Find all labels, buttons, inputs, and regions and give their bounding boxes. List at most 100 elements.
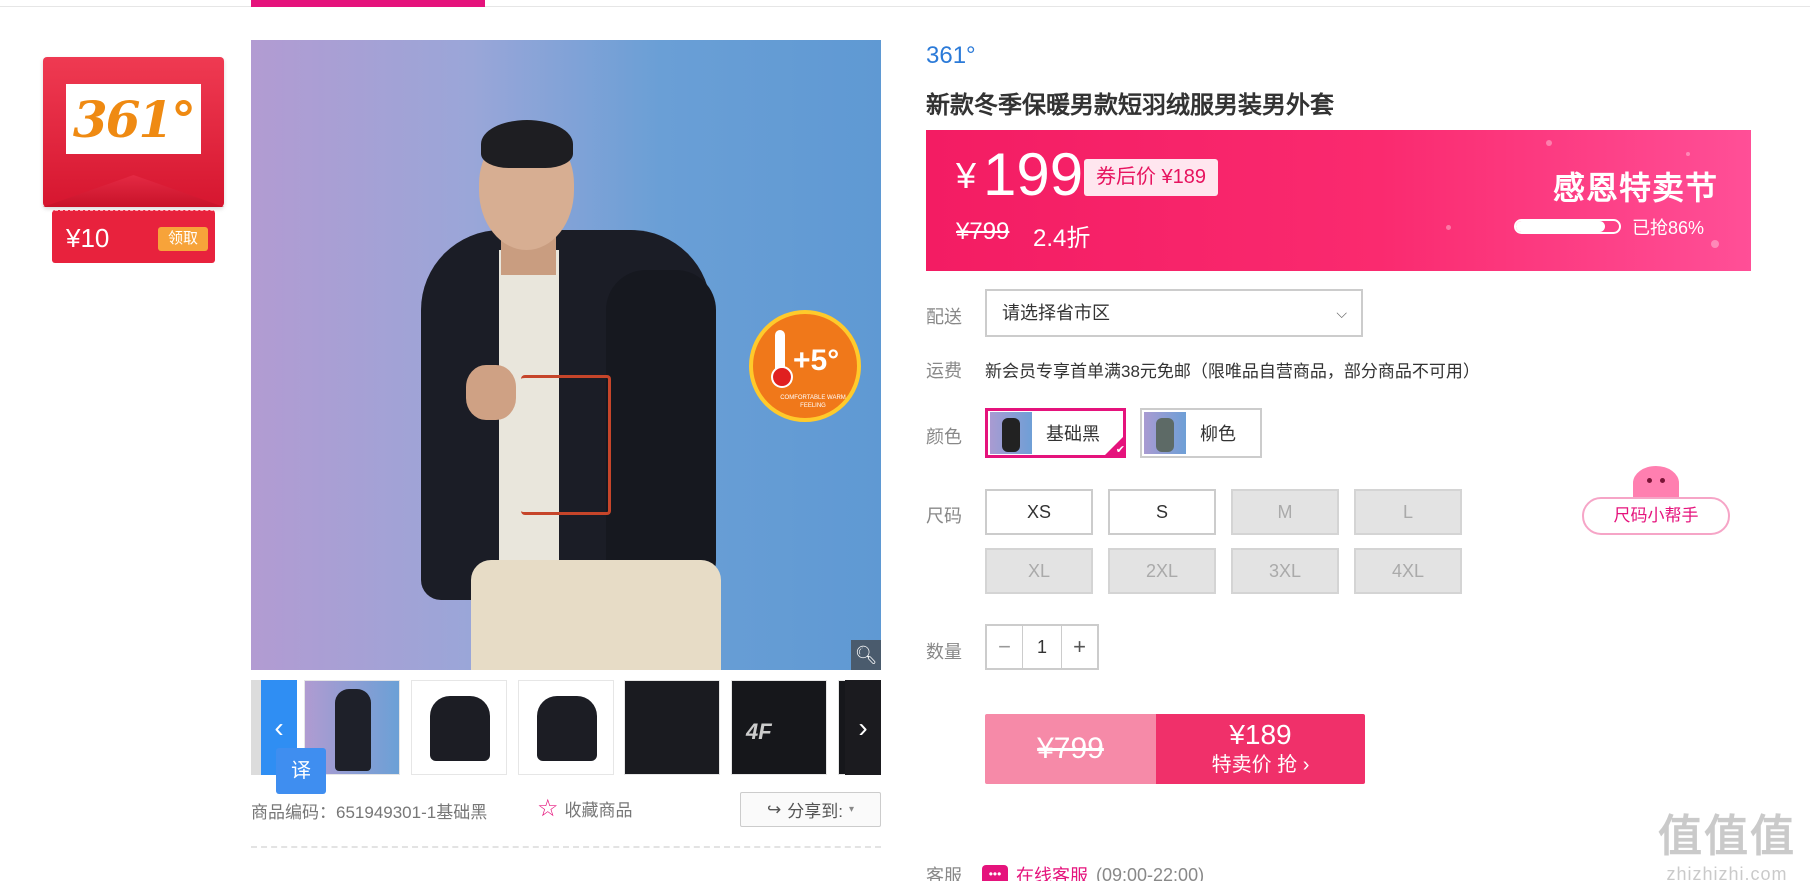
model-hair [481,120,573,168]
color-option-label: 基础黑 [1046,424,1100,444]
share-button[interactable]: ↪ 分享到: ▾ [740,792,881,827]
mascot-icon [1633,466,1679,500]
favorite-label: 收藏商品 [564,801,633,820]
active-tab-indicator [251,0,485,7]
product-code: 商品编码：651949301-1基础黑 [251,798,487,823]
sold-progress-bar [1514,219,1621,234]
product-code-value: 651949301-1基础黑 [336,803,488,822]
thumbnail-model [335,689,371,771]
brand-coupon-badge[interactable]: 361° ¥10 领取 [43,57,224,263]
watermark-logo: 值值值 [1658,812,1796,861]
size-option-3xl: 3XL [1231,548,1339,594]
buy-action-label: 特卖价 抢 › [1211,754,1310,776]
favorite-link[interactable]: ☆ 收藏商品 [537,794,633,823]
star-icon: ☆ [537,795,559,822]
brand-name-link[interactable]: 361° [926,42,976,70]
main-product-image[interactable]: +5° COMFORTABLE WARM FEELING 🔍︎ [251,40,881,670]
quantity-decrease-button[interactable]: − [987,626,1022,668]
region-select[interactable]: 请选择省市区 ⌵ [985,289,1363,337]
size-option-4xl: 4XL [1354,548,1462,594]
brand-logo: 361° [66,84,201,154]
region-select-value: 请选择省市区 [1002,303,1110,323]
discount-rate: 2.4折 [1033,225,1091,252]
watermark-url: zhizhizhi.com [1666,864,1788,881]
thumbnail-4[interactable] [624,680,720,775]
shipping-label: 配送 [926,307,962,327]
online-service-link[interactable]: 在线客服 [1016,862,1088,881]
sold-progress-fill [1516,221,1605,232]
chat-icon: ••• [982,865,1008,881]
sparkle [1546,140,1552,146]
thumbnail-jacket-front [430,696,490,761]
color-option-label: 柳色 [1200,424,1236,444]
customer-service-row: 客服 ••• 在线客服 (09:00-22:00) [926,862,1204,881]
thumbnail-2[interactable] [411,680,507,775]
size-option-s[interactable]: S [1108,489,1216,535]
product-code-label: 商品编码： [251,803,336,822]
size-helper-button[interactable]: 尺码小帮手 [1582,497,1730,535]
quantity-input[interactable]: 1 [1022,626,1062,668]
coupon-value: ¥10 [66,223,110,253]
price-currency: ¥ [956,155,977,196]
service-hours: (09:00-22:00) [1096,864,1205,881]
quantity-stepper: − 1 + [985,624,1099,670]
chevron-down-icon: ⌵ [1336,305,1347,321]
share-icon: ↪ [766,799,782,819]
claim-coupon-button[interactable]: 领取 [158,227,208,251]
warm-badge-caption: COMFORTABLE WARM FEELING [780,395,846,409]
sparkle [1711,240,1719,248]
size-option-xl: XL [985,548,1093,594]
thumbnail-strip: 4F ‹ › [251,680,881,775]
share-label: 分享到: [787,802,843,821]
product-title: 新款冬季保暖男款短羽绒服男装男外套 [926,92,1334,119]
brand-coupon[interactable]: ¥10 领取 [52,210,215,263]
buy-original-price: ¥799 [985,714,1156,784]
color-label: 颜色 [926,427,962,447]
color-swatch-image [1144,412,1186,454]
color-swatch-image [990,412,1032,454]
thumbnail-logo: 4F [746,719,772,744]
freight-label: 运费 [926,361,962,381]
warm-badge-value: +5° [793,344,840,377]
brand-badge-fold [43,175,224,207]
customer-service-label: 客服 [926,866,962,881]
sparkle [1446,225,1451,230]
size-label: 尺码 [926,506,962,526]
checkmark-icon: ✔ [1103,435,1125,457]
zoom-icon[interactable]: 🔍︎ [851,640,881,670]
translate-button[interactable]: 译 [276,748,326,794]
color-option-basic-black[interactable]: 基础黑 ✔ [985,408,1126,458]
divider [251,846,881,848]
size-option-xs[interactable]: XS [985,489,1093,535]
caret-down-icon: ▾ [848,804,854,815]
watermark: 值值值 zhizhizhi.com [1658,800,1796,881]
thumbnail-3[interactable] [518,680,614,775]
thumbnail-jacket-back [537,696,597,761]
sold-percent-label: 已抢86% [1632,218,1705,238]
sale-price: 199 [983,141,1084,208]
jacket-pocket [521,375,611,515]
brand-logo-text: 361° [72,89,196,149]
chevron-right-icon[interactable]: › [845,680,881,775]
price-banner: ¥ 199 券后价 ¥189 ¥799 2.4折 感恩特卖节 已抢86% [926,130,1751,271]
size-option-m: M [1231,489,1339,535]
buy-now-button[interactable]: ¥189 特卖价 抢 › [1156,714,1365,784]
thumbnail-5[interactable]: 4F [731,680,827,775]
buy-button[interactable]: ¥799 ¥189 特卖价 抢 › [985,714,1365,784]
color-option-willow[interactable]: 柳色 [1140,408,1262,458]
buy-price: ¥189 [1229,719,1292,750]
model-arm [606,270,716,600]
size-option-2xl: 2XL [1108,548,1216,594]
quantity-increase-button[interactable]: + [1062,626,1097,668]
festival-title: 感恩特卖节 [1553,170,1719,206]
warm-feeling-badge: +5° COMFORTABLE WARM FEELING [749,310,861,422]
coupon-price-tag: 券后价 ¥189 [1084,159,1219,196]
sparkle [1686,152,1690,156]
thermometer-icon [771,330,793,388]
freight-text: 新会员专享首单满38元免邮（限唯品自营商品，部分商品不可用） [985,362,1480,381]
model-pants [471,560,721,670]
quantity-label: 数量 [926,642,962,662]
size-option-l: L [1354,489,1462,535]
model-hand [466,365,516,420]
original-price: ¥799 [956,218,1010,245]
